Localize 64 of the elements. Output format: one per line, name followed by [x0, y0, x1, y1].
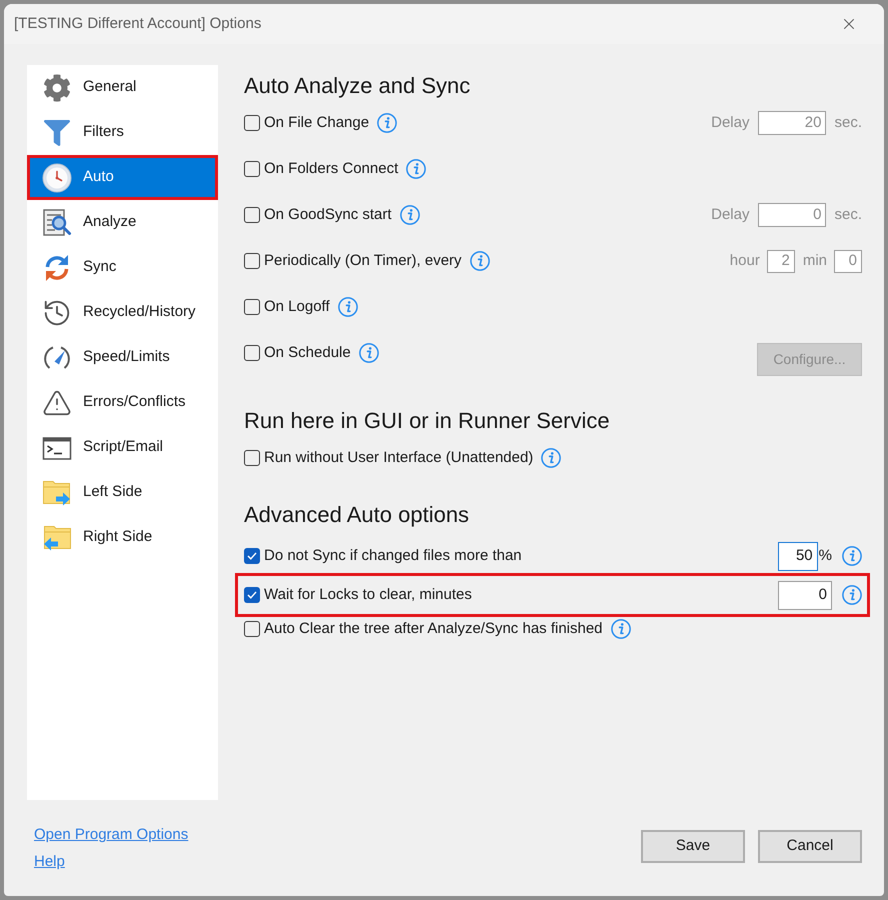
checkbox[interactable] [244, 161, 260, 177]
section-heading: Auto Analyze and Sync [244, 72, 472, 100]
field-label: Delay [711, 112, 750, 133]
window-title: [TESTING Different Account] Options [14, 14, 262, 34]
info-icon[interactable] [377, 113, 398, 133]
sidebar-item[interactable]: Left Side [27, 470, 218, 515]
document-magnifier-icon [42, 208, 72, 238]
unit-label: sec. [834, 112, 862, 133]
checkbox[interactable] [244, 587, 260, 603]
option-label: Run without User Interface (Unattended) [264, 448, 534, 468]
dialog-button[interactable]: Cancel [758, 830, 862, 863]
option-label: On Schedule [264, 342, 351, 363]
gear-icon [43, 74, 71, 102]
option-label: On GoodSync start [264, 204, 392, 225]
option-label: On File Change [264, 112, 370, 133]
sidebar-item[interactable]: Sync [27, 245, 218, 290]
number-field[interactable]: 50 [778, 542, 818, 570]
option-label: On Logoff [264, 296, 330, 317]
info-icon[interactable] [610, 619, 631, 639]
funnel-icon [44, 120, 70, 146]
text-link[interactable]: Open Program Options [34, 825, 188, 845]
info-icon[interactable] [358, 343, 379, 363]
sidebar-item[interactable]: Filters [27, 110, 218, 155]
option-label: Periodically (On Timer), every [264, 250, 462, 271]
checkbox[interactable] [244, 345, 260, 361]
option-label: Do not Sync if changed files more than [264, 546, 522, 566]
info-icon[interactable] [470, 251, 490, 271]
text-link[interactable]: Help [34, 852, 65, 872]
checkbox[interactable] [244, 115, 260, 131]
unit-label: sec. [834, 204, 862, 225]
info-icon[interactable] [400, 205, 420, 225]
checkbox[interactable] [244, 253, 260, 269]
sidebar-item[interactable]: Right Side [27, 515, 218, 560]
section-heading: Run here in GUI or in Runner Service [244, 407, 611, 435]
info-icon[interactable] [406, 159, 426, 179]
field-label: min [802, 250, 827, 271]
sidebar-item[interactable]: Speed/Limits [27, 335, 218, 380]
info-icon[interactable] [842, 585, 862, 605]
unit-label: % [818, 546, 832, 566]
clock-icon [42, 162, 72, 192]
checkbox[interactable] [244, 299, 260, 315]
section-heading: Advanced Auto options [244, 501, 470, 529]
option-label: Auto Clear the tree after Analyze/Sync has finished [264, 618, 603, 639]
checkmark-icon [247, 552, 257, 560]
field-label: Delay [711, 204, 750, 225]
sidebar-item[interactable]: General [27, 65, 218, 110]
checkbox[interactable] [244, 621, 260, 637]
sidebar-item[interactable]: Script/Email [27, 425, 218, 470]
info-icon[interactable] [338, 297, 358, 317]
info-icon[interactable] [842, 546, 862, 566]
sidebar-item[interactable]: Auto [27, 155, 218, 200]
sidebar-item[interactable]: Errors/Conflicts [27, 380, 218, 425]
checkbox[interactable] [244, 207, 260, 223]
number-field[interactable]: 0 [778, 580, 832, 610]
dialog-button[interactable]: Save [641, 830, 745, 863]
checkbox[interactable] [244, 450, 260, 466]
option-label: On Folders Connect [264, 158, 398, 179]
checkmark-icon [247, 591, 257, 599]
sidebar-item[interactable]: Analyze [27, 200, 218, 245]
checkbox[interactable] [244, 548, 260, 564]
option-label: Wait for Locks to clear, minutes [264, 584, 472, 605]
field-label: hour [730, 250, 760, 271]
info-icon[interactable] [541, 448, 562, 468]
sidebar-item[interactable]: Recycled/History [27, 290, 218, 335]
